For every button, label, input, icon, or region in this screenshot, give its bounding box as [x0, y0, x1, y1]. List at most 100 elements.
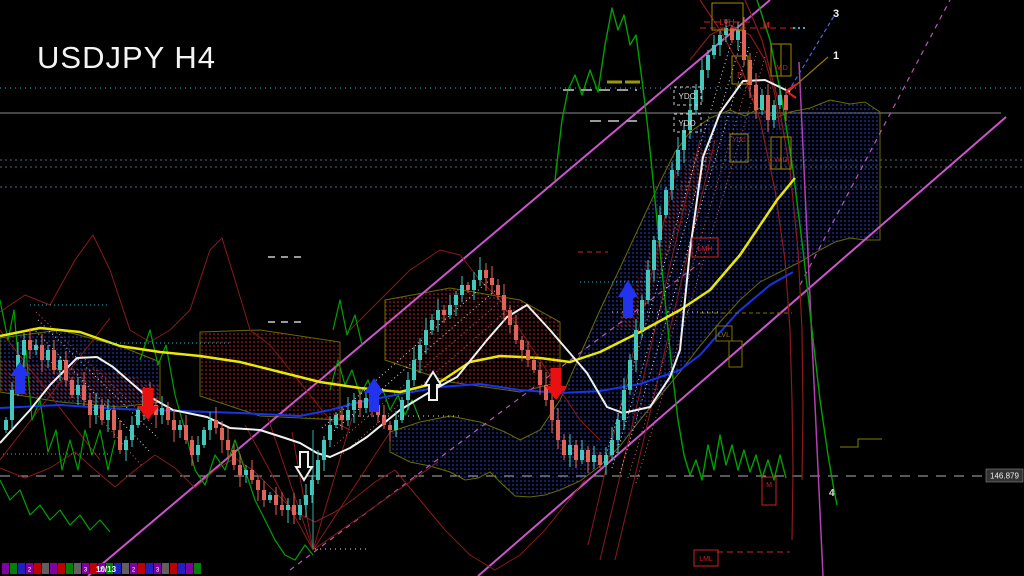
candle-body	[268, 495, 272, 500]
signal-strip-block	[74, 563, 81, 574]
candle-body	[280, 505, 284, 510]
strip-date-badge: 10/13	[96, 565, 117, 574]
candle-body	[640, 300, 644, 330]
price-chart-canvas[interactable]: LVHDW DW DYDCYDCYDOMLMLLMHLVL 314M 146.8…	[0, 0, 1024, 576]
symbol-timeframe-title: USDJPY H4	[37, 40, 216, 75]
candle-body	[622, 390, 626, 420]
candle-body	[526, 350, 530, 360]
label-lvl-text: LVL	[718, 332, 730, 339]
candle-body	[556, 420, 560, 440]
olive-box[interactable]	[728, 340, 743, 368]
candle-body	[610, 440, 614, 455]
candle-body	[244, 470, 248, 475]
candle-body	[214, 420, 218, 428]
candle-body	[166, 408, 170, 420]
candle-body	[460, 285, 464, 295]
candle-body	[670, 170, 674, 190]
candle-body	[400, 400, 404, 420]
candle-body	[106, 410, 110, 420]
candle-body	[178, 425, 182, 430]
candle-body	[754, 85, 758, 110]
candle-body	[250, 470, 254, 480]
candle-body	[364, 398, 368, 408]
label-wd-upper-text: W D	[774, 65, 788, 72]
chart-window: USDJPY H4 LVH D W DW D YDC YDC YDO M LML LMH LVL …	[0, 0, 1024, 576]
candle-body	[184, 425, 188, 440]
signal-strip-block	[2, 563, 9, 574]
candle-body	[574, 445, 578, 460]
signal-strip-block	[18, 563, 25, 574]
candle-body	[10, 390, 14, 420]
label-m-low-text: M	[766, 482, 772, 489]
signal-strip-block	[34, 563, 41, 574]
signal-strip-block	[194, 563, 201, 574]
candle-body	[124, 440, 128, 450]
candle-body	[286, 505, 290, 510]
candle-body	[604, 455, 608, 465]
candle-body	[262, 490, 266, 500]
candle-body	[358, 400, 362, 408]
candle-body	[172, 420, 176, 430]
candle-body	[298, 505, 302, 515]
candle-body	[40, 345, 44, 360]
signal-strip-block	[170, 563, 177, 574]
marker-4: 4	[829, 488, 835, 499]
candle-body	[418, 345, 422, 360]
candle-body	[436, 310, 440, 320]
candle-body	[22, 340, 26, 355]
candle-body	[112, 410, 116, 430]
candle-body	[490, 278, 494, 285]
candle-body	[580, 450, 584, 460]
candle-body	[448, 305, 452, 315]
candle-body	[88, 400, 92, 415]
candle-body	[514, 325, 518, 340]
candle-body	[676, 150, 680, 170]
candle-body	[736, 30, 740, 40]
candle-body	[760, 95, 764, 110]
candle-body	[718, 35, 722, 45]
candle-body	[220, 428, 224, 440]
candle-body	[682, 130, 686, 150]
candle-body	[4, 420, 8, 430]
candle-body	[274, 495, 278, 505]
candle-body	[406, 380, 410, 400]
candle-body	[634, 330, 638, 360]
candle-body	[478, 270, 482, 280]
candle-body	[496, 285, 500, 295]
signal-strip-block	[146, 563, 153, 574]
signal-strip: 2 3 2 2 310/13	[2, 563, 201, 574]
candle-body	[196, 445, 200, 455]
candle-body	[664, 190, 668, 215]
candle-body	[76, 385, 80, 395]
label-lml-text: LML	[699, 556, 713, 563]
candle-body	[160, 408, 164, 415]
candle-body	[772, 105, 776, 120]
candle-body	[208, 420, 212, 430]
green-left-low	[0, 479, 111, 533]
price-tag-value: 146.879	[990, 472, 1019, 481]
label-wd-lower-text: W D	[774, 157, 788, 164]
candle-body	[394, 420, 398, 430]
candle-body	[94, 405, 98, 415]
candle-body	[508, 310, 512, 325]
candle-body	[52, 350, 56, 370]
candle-body	[550, 400, 554, 420]
candle-body	[520, 340, 524, 350]
label-ydc-yellow-text: YDC	[733, 138, 746, 144]
candle-body	[256, 480, 260, 490]
candle-body	[322, 440, 326, 460]
candle-body	[424, 330, 428, 345]
signal-strip-block	[122, 563, 129, 574]
candle-body	[766, 95, 770, 120]
candle-body	[784, 95, 788, 110]
olive-step-right	[840, 438, 882, 448]
candle-body	[28, 340, 32, 350]
candle-body	[328, 425, 332, 440]
candle-body	[646, 270, 650, 300]
candle-body	[598, 455, 602, 465]
current-price-tag: 146.879	[985, 468, 1024, 483]
marker-1: 1	[833, 50, 839, 62]
candle-body	[778, 95, 782, 105]
candle-body	[316, 460, 320, 480]
candle-body	[442, 310, 446, 315]
